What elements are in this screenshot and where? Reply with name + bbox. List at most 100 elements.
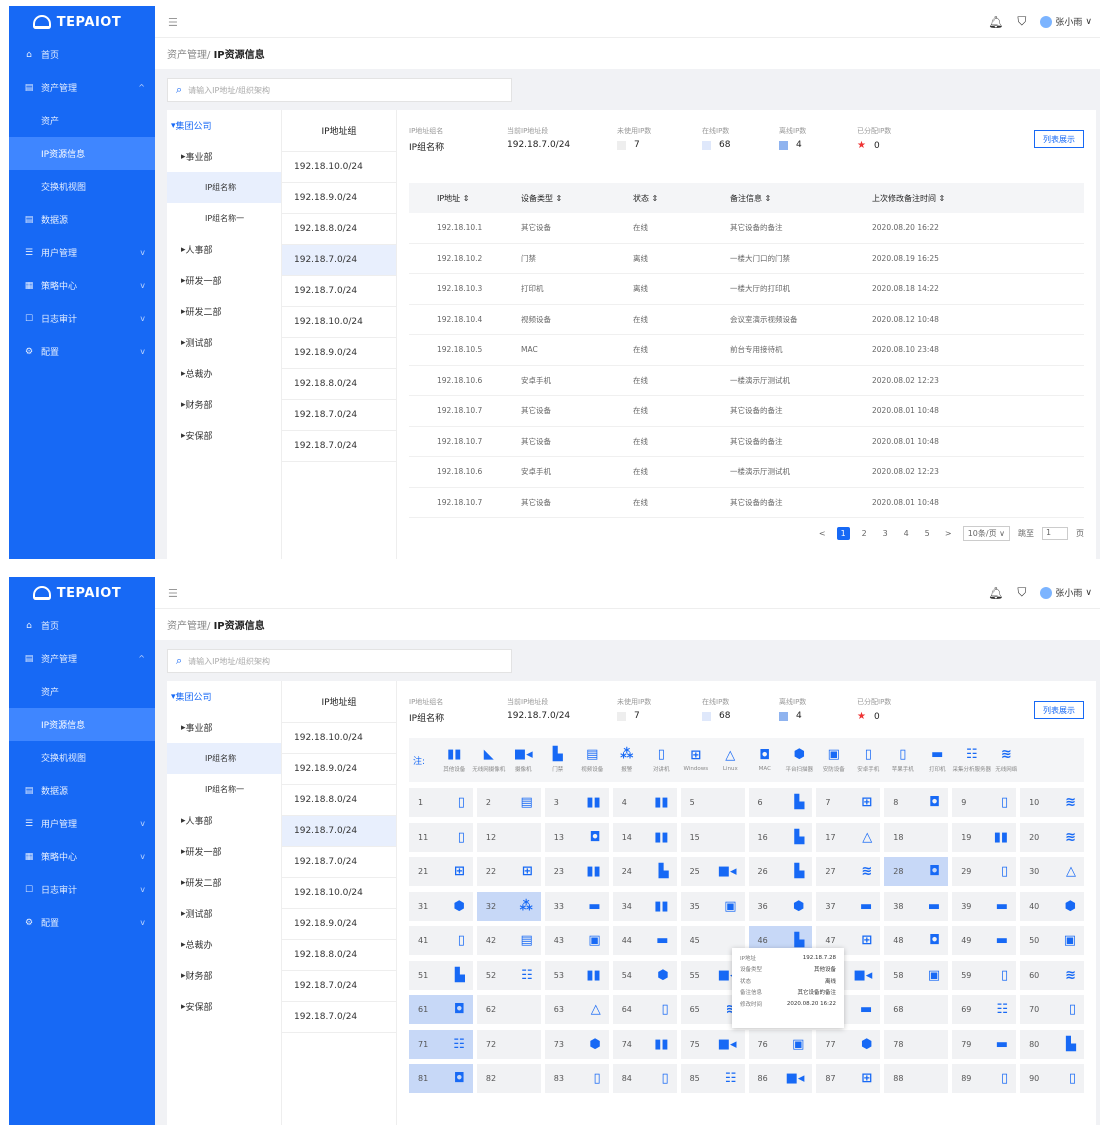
ip-cell[interactable]: 74 ▮▮ — [612, 1029, 677, 1059]
ip-cell[interactable]: 11 ▯ — [409, 822, 473, 852]
page-button[interactable]: 5 — [921, 527, 934, 540]
ip-cell[interactable]: 18 — [884, 822, 949, 852]
org-tree-item[interactable]: IP组名称 — [167, 743, 281, 774]
ip-cell[interactable]: 62 — [476, 995, 541, 1024]
ip-cell[interactable]: 50 ▣ — [1020, 926, 1084, 955]
search-input[interactable]: ⌕ 请输入IP地址/组织架构 — [167, 78, 512, 102]
search-input[interactable]: ⌕ 请输入IP地址/组织架构 — [167, 649, 512, 673]
ip-cell[interactable]: 26 ▙ — [748, 857, 813, 886]
ip-cell[interactable]: 15 — [680, 822, 745, 852]
ip-cell[interactable]: 28 ◘ — [884, 857, 949, 886]
org-tree-item[interactable]: IP组名称一 — [167, 774, 281, 805]
sidebar-item[interactable]: ☰ 用户管理 v — [9, 236, 155, 269]
ip-cell[interactable]: 6 ▙ — [748, 788, 813, 817]
org-tree-item[interactable]: ▸ 研发二部 — [167, 867, 281, 898]
ip-group-row[interactable]: 192.18.7.0/24 — [282, 847, 396, 878]
ip-cell[interactable]: 32 ⁂ — [476, 891, 541, 921]
sidebar-item[interactable]: ⚙ 配置 v — [9, 335, 155, 368]
page-button[interactable]: 2 — [858, 527, 871, 540]
ip-cell[interactable]: 63 △ — [544, 995, 609, 1024]
user-menu[interactable]: 张小雨 ∨ — [1040, 586, 1092, 599]
ip-cell[interactable]: 86 ■◂ — [748, 1064, 813, 1093]
ip-cell[interactable]: 8 ◘ — [884, 788, 949, 817]
ip-cell[interactable]: 16 ▙ — [748, 822, 813, 852]
ip-cell[interactable]: 14 ▮▮ — [612, 822, 677, 852]
ip-group-row[interactable]: 192.18.7.0/24 — [282, 276, 396, 307]
ip-cell[interactable]: 48 ◘ — [884, 926, 949, 955]
ip-group-row[interactable]: 192.18.8.0/24 — [282, 369, 396, 400]
ip-cell[interactable]: 81 ◘ — [409, 1064, 473, 1093]
ip-group-row[interactable]: 192.18.8.0/24 — [282, 214, 396, 245]
ip-group-row[interactable]: 192.18.10.0/24 — [282, 152, 396, 183]
ip-group-row[interactable]: 192.18.7.0/24 — [282, 971, 396, 1002]
ip-cell[interactable]: 25 ■◂ — [680, 857, 745, 886]
ip-group-row[interactable]: 192.18.7.0/24 — [282, 245, 396, 276]
org-tree-item[interactable]: ▸ 测试部 — [167, 898, 281, 929]
ip-cell[interactable]: 79 ▬ — [952, 1029, 1017, 1059]
ip-cell[interactable]: 34 ▮▮ — [612, 891, 677, 921]
ip-cell[interactable]: 33 ▬ — [544, 891, 609, 921]
ip-cell[interactable]: 76 ▣ — [748, 1029, 813, 1059]
ip-cell[interactable]: 44 ▬ — [612, 926, 677, 955]
org-tree-item[interactable]: ▸ 测试部 — [167, 327, 281, 358]
ip-cell[interactable]: 43 ▣ — [544, 926, 609, 955]
ip-cell[interactable]: 78 — [884, 1029, 949, 1059]
org-tree-item[interactable]: ▸ 总裁办 — [167, 929, 281, 960]
org-tree-item[interactable]: ▸ 研发二部 — [167, 296, 281, 327]
table-row[interactable]: 192.18.10.7 其它设备 在线 其它设备的备注 2020.08.01 10:48 — [409, 427, 1084, 457]
ip-cell[interactable]: 40 ⬢ — [1020, 891, 1084, 921]
sidebar-item[interactable]: ⌂ 首页 — [9, 38, 155, 71]
ip-cell[interactable]: 31 ⬢ — [409, 891, 473, 921]
app-logo[interactable]: TEPAIOT — [9, 6, 155, 38]
org-tree-item[interactable]: ▾ 集团公司 — [167, 681, 281, 712]
table-row[interactable]: 192.18.10.7 其它设备 在线 其它设备的备注 2020.08.01 10:48 — [409, 488, 1084, 518]
ip-cell[interactable]: 72 — [476, 1029, 541, 1059]
org-tree-item[interactable]: ▸ 研发一部 — [167, 265, 281, 296]
ip-group-row[interactable]: 192.18.7.0/24 — [282, 431, 396, 462]
ip-group-row[interactable]: 192.18.10.0/24 — [282, 307, 396, 338]
table-row[interactable]: 192.18.10.5 MAC 在线 前台专用接待机 2020.08.10 23:48 — [409, 335, 1084, 366]
ip-cell[interactable]: 87 ⊞ — [816, 1064, 881, 1093]
ip-cell[interactable]: 35 ▣ — [680, 891, 745, 921]
ip-cell[interactable]: 9 ▯ — [952, 788, 1017, 817]
sidebar-item[interactable]: ☐ 日志审计 v — [9, 302, 155, 335]
menu-toggle-icon[interactable]: ☰ — [168, 587, 178, 600]
ip-cell[interactable]: 83 ▯ — [544, 1064, 609, 1093]
ip-cell[interactable]: 89 ▯ — [952, 1064, 1017, 1093]
org-tree-item[interactable]: ▸ 人事部 — [167, 234, 281, 265]
ip-cell[interactable]: 36 ⬢ — [748, 891, 813, 921]
sidebar-item[interactable]: ▤ 资产管理 ^ — [9, 642, 155, 675]
org-tree-item[interactable]: ▸ 财务部 — [167, 389, 281, 420]
column-header[interactable]: 设备类型 ⇕ — [521, 193, 633, 204]
ip-group-row[interactable]: 192.18.7.0/24 — [282, 400, 396, 431]
org-tree-item[interactable]: ▸ 安保部 — [167, 991, 281, 1022]
ip-cell[interactable]: 60 ≋ — [1020, 960, 1084, 990]
ip-cell[interactable]: 41 ▯ — [409, 926, 473, 955]
ip-cell[interactable]: 4 ▮▮ — [612, 788, 677, 817]
column-header[interactable]: 上次修改备注时间 ⇕ — [872, 193, 1084, 204]
org-tree-item[interactable]: ▸ 总裁办 — [167, 358, 281, 389]
table-row[interactable]: 192.18.10.2 门禁 离线 一楼大门口的门禁 2020.08.19 16:25 — [409, 244, 1084, 274]
ip-cell[interactable]: 29 ▯ — [952, 857, 1017, 886]
ip-group-row[interactable]: 192.18.8.0/24 — [282, 940, 396, 971]
ip-cell[interactable]: 19 ▮▮ — [952, 822, 1017, 852]
org-tree-item[interactable]: ▸ 人事部 — [167, 805, 281, 836]
column-header[interactable]: IP地址 ⇕ — [409, 193, 521, 204]
ip-cell[interactable]: 59 ▯ — [952, 960, 1017, 990]
breadcrumb-parent[interactable]: 资产管理/ — [167, 621, 210, 632]
ip-group-row[interactable]: 192.18.9.0/24 — [282, 338, 396, 369]
list-view-button[interactable]: 列表展示 — [1034, 130, 1084, 148]
ip-cell[interactable]: 12 — [476, 822, 541, 852]
sidebar-item[interactable]: ⌂ 首页 — [9, 609, 155, 642]
ip-group-row[interactable]: 192.18.9.0/24 — [282, 754, 396, 785]
bell-icon[interactable]: 🔔︎ — [988, 15, 1003, 29]
ip-cell[interactable]: 54 ⬢ — [612, 960, 677, 990]
ip-group-row[interactable]: 192.18.9.0/24 — [282, 909, 396, 940]
ip-group-row[interactable]: 192.18.8.0/24 — [282, 785, 396, 816]
menu-toggle-icon[interactable]: ☰ — [168, 16, 178, 29]
table-row[interactable]: 192.18.10.4 视频设备 在线 会议室演示视频设备 2020.08.12 10:… — [409, 305, 1084, 335]
ip-cell[interactable]: 5 — [680, 788, 745, 817]
table-row[interactable]: 192.18.10.6 安卓手机 在线 一楼演示厅测试机 2020.08.02 12:2… — [409, 366, 1084, 396]
ip-cell[interactable]: 85 ☷ — [680, 1064, 745, 1093]
org-tree-item[interactable]: IP组名称一 — [167, 203, 281, 234]
